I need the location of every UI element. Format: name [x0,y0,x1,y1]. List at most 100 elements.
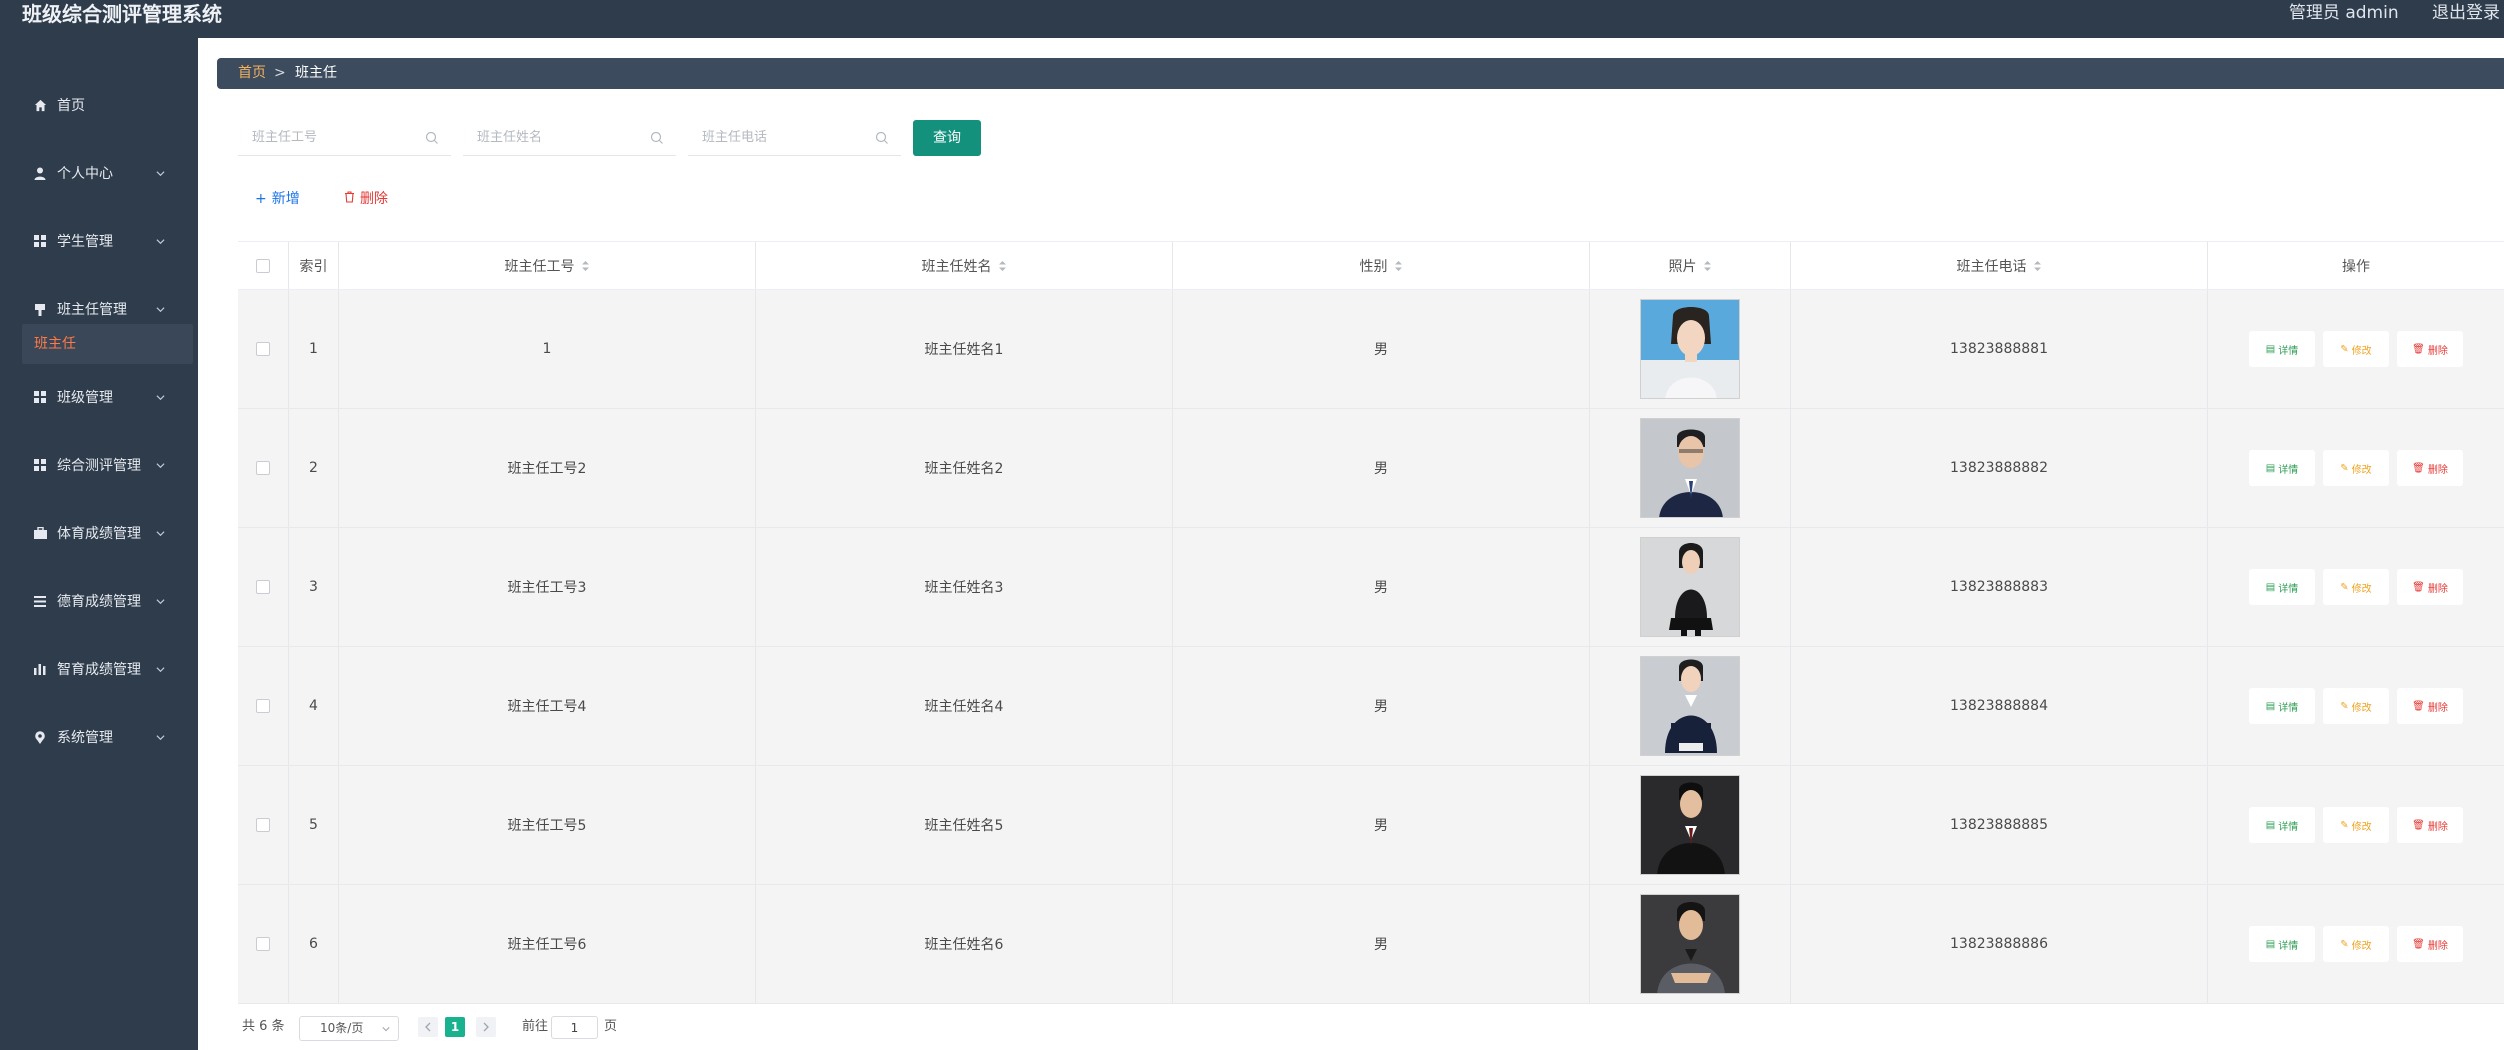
sidebar-item-system-management[interactable]: 系统管理 [0,718,198,758]
sidebar-item-label: 个人中心 [57,166,113,182]
batch-delete-button[interactable]: 删除 [344,188,388,210]
row-teacher-phone: 13823888882 [1791,409,2208,527]
chevron-left-icon [425,1022,431,1032]
doc-icon: ▤ [2265,462,2276,474]
detail-button[interactable]: ▤ 详情 [2249,926,2315,962]
row-checkbox[interactable] [256,699,270,713]
page-number[interactable]: 1 [445,1017,465,1037]
sidebar-item-class-management[interactable]: 班级管理 [0,378,198,418]
header-teacher-no[interactable]: 班主任工号 [339,242,756,289]
teacher-phone-input[interactable] [688,120,901,154]
delete-button[interactable]: 🗑 删除 [2397,331,2463,367]
detail-button[interactable]: ▤ 详情 [2249,688,2315,724]
header-photo[interactable]: 照片 [1590,242,1791,289]
teacher-name-input[interactable] [463,120,676,154]
edit-button[interactable]: ✎ 修改 [2323,331,2389,367]
table-row: 3 班主任工号3 班主任姓名3 男 13823888883 ▤ 详情 ✎ 修改 🗑 删… [238,528,2504,647]
sidebar-item-home[interactable]: 首页 [0,86,198,126]
chevron-down-icon [156,395,165,401]
sidebar-item-moral-scores[interactable]: 德育成绩管理 [0,582,198,622]
detail-button[interactable]: ▤ 详情 [2249,807,2315,843]
chevron-down-icon [156,531,165,537]
detail-button[interactable]: ▤ 详情 [2249,569,2315,605]
edit-button[interactable]: ✎ 修改 [2323,688,2389,724]
header-teacher-phone[interactable]: 班主任电话 [1791,242,2208,289]
row-index: 6 [289,885,339,1003]
delete-button[interactable]: 🗑 删除 [2397,569,2463,605]
chevron-down-icon [156,239,165,245]
delete-label: 删除 [2427,464,2448,476]
page-suffix: 页 [604,1019,618,1034]
teacher-photo[interactable] [1640,537,1740,637]
delete-button[interactable]: 🗑 删除 [2397,688,2463,724]
row-checkbox[interactable] [256,461,270,475]
edit-icon: ✎ [2340,581,2349,593]
sidebar-item-student-management[interactable]: 学生管理 [0,222,198,262]
edit-button[interactable]: ✎ 修改 [2323,569,2389,605]
header-index: 索引 [289,242,339,289]
row-gender: 男 [1173,290,1590,408]
row-checkbox[interactable] [256,342,270,356]
app-title: 班级综合测评管理系统 [22,2,222,26]
trash-icon: 🗑 [2412,343,2425,355]
next-page-button[interactable] [476,1017,496,1037]
sidebar-subitem-teacher[interactable]: 班主任 [22,324,193,364]
breadcrumb-separator: > [274,65,286,81]
teacher-photo[interactable] [1640,418,1740,518]
prev-page-button[interactable] [418,1017,438,1037]
row-checkbox-cell [238,885,289,1003]
edit-label: 修改 [2351,702,2372,714]
doc-icon: ▤ [2265,581,2276,593]
sidebar-item-pe-scores[interactable]: 体育成绩管理 [0,514,198,554]
sort-icon [581,260,589,271]
query-button[interactable]: 查询 [913,120,981,156]
logout-link[interactable]: 退出登录 [2432,3,2500,23]
row-operations: ▤ 详情 ✎ 修改 🗑 删除 [2208,885,2504,1003]
sort-icon [1394,260,1402,271]
sidebar: 首页 个人中心 学生管理 班主任管理 班主任 班级管理 综合测评管理 体育成绩管… [0,38,198,1050]
detail-button[interactable]: ▤ 详情 [2249,450,2315,486]
breadcrumb-home[interactable]: 首页 [238,58,266,89]
sort-icon [998,260,1006,271]
teacher-table: 索引 班主任工号 班主任姓名 性别 照片 班主任电话 操作 1 1 班主任姓名1… [238,241,2504,1004]
sidebar-item-label: 班级管理 [57,390,113,406]
edit-button[interactable]: ✎ 修改 [2323,926,2389,962]
goto-page-input[interactable] [551,1016,598,1039]
header-gender[interactable]: 性别 [1173,242,1590,289]
teacher-photo[interactable] [1640,656,1740,756]
edit-button[interactable]: ✎ 修改 [2323,450,2389,486]
delete-button[interactable]: 🗑 删除 [2397,807,2463,843]
row-gender: 男 [1173,766,1590,884]
edit-label: 修改 [2351,345,2372,357]
user-area: 管理员 admin 退出登录 [2261,0,2500,26]
sidebar-item-label: 系统管理 [57,730,113,746]
row-photo-cell [1590,647,1791,765]
sidebar-item-personal-center[interactable]: 个人中心 [0,154,198,194]
teacher-photo[interactable] [1640,299,1740,399]
edit-label: 修改 [2351,940,2372,952]
select-all-checkbox[interactable] [256,258,270,273]
row-checkbox[interactable] [256,580,270,594]
grid-icon [33,458,47,472]
row-teacher-phone: 13823888883 [1791,528,2208,646]
detail-button[interactable]: ▤ 详情 [2249,331,2315,367]
teacher-photo[interactable] [1640,775,1740,875]
row-checkbox[interactable] [256,818,270,832]
edit-button[interactable]: ✎ 修改 [2323,807,2389,843]
header-label: 照片 [1668,258,1697,275]
trash-icon: 🗑 [2412,581,2425,593]
edit-icon: ✎ [2340,819,2349,831]
delete-button[interactable]: 🗑 删除 [2397,926,2463,962]
page-size-select[interactable]: 10条/页 [299,1016,399,1041]
sidebar-item-evaluation-management[interactable]: 综合测评管理 [0,446,198,486]
delete-button[interactable]: 🗑 删除 [2397,450,2463,486]
teacher-phone-search [688,120,901,156]
add-button[interactable]: + 新增 [255,188,300,210]
row-gender: 男 [1173,409,1590,527]
teacher-photo[interactable] [1640,894,1740,994]
header-teacher-name[interactable]: 班主任姓名 [756,242,1173,289]
teacher-no-input[interactable] [238,120,451,154]
sidebar-item-intellectual-scores[interactable]: 智育成绩管理 [0,650,198,690]
row-checkbox[interactable] [256,937,270,951]
search-icon [650,131,663,144]
